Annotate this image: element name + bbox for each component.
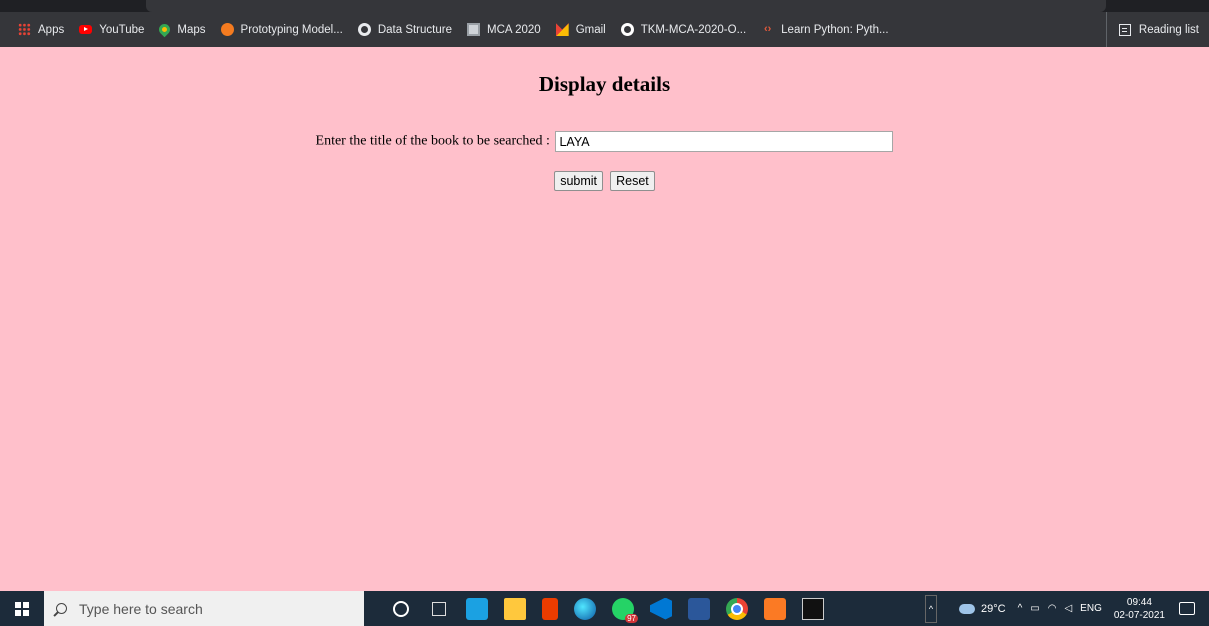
search-placeholder: Type here to search bbox=[79, 600, 203, 617]
globe-icon bbox=[357, 23, 371, 36]
language-indicator[interactable]: ENG bbox=[1080, 603, 1102, 614]
bookmark-prototyping-model[interactable]: Prototyping Model... bbox=[220, 18, 343, 42]
windows-logo-icon bbox=[15, 601, 29, 616]
clock-date: 02-07-2021 bbox=[1113, 609, 1165, 621]
bookmark-label: Learn Python: Pyth... bbox=[781, 23, 889, 36]
taskbar-search-box[interactable]: Type here to search bbox=[44, 591, 364, 626]
github-icon bbox=[620, 23, 634, 36]
file-explorer-icon[interactable] bbox=[504, 597, 526, 620]
mail-icon[interactable] bbox=[466, 597, 488, 620]
vscode-icon[interactable] bbox=[650, 597, 672, 620]
maps-pin-icon bbox=[157, 21, 173, 38]
word-icon[interactable] bbox=[688, 597, 710, 620]
bookmark-label: Maps bbox=[177, 23, 206, 36]
bookmark-learn-python[interactable]: ‹› Learn Python: Pyth... bbox=[761, 18, 889, 42]
youtube-icon bbox=[79, 25, 93, 34]
bookmark-label: MCA 2020 bbox=[486, 23, 541, 36]
weather-temperature[interactable]: 29°C bbox=[981, 603, 1006, 615]
terminal-icon[interactable] bbox=[802, 597, 824, 620]
submit-button[interactable]: submit bbox=[554, 171, 604, 191]
wifi-icon[interactable]: ◠ bbox=[1048, 603, 1057, 614]
taskbar-pinned-apps: 97 bbox=[382, 597, 832, 623]
python-icon: ‹› bbox=[763, 23, 772, 35]
reset-button[interactable]: Reset bbox=[610, 171, 655, 191]
bookmark-youtube[interactable]: YouTube bbox=[79, 18, 144, 42]
volume-icon[interactable]: ◁ bbox=[1064, 603, 1072, 614]
prototyping-icon bbox=[220, 23, 234, 36]
task-view-icon[interactable] bbox=[428, 598, 450, 620]
apps-grid-icon bbox=[18, 23, 31, 36]
search-form-row: Enter the title of the book to be search… bbox=[0, 131, 1209, 152]
book-title-input[interactable] bbox=[555, 131, 894, 152]
notification-badge: 97 bbox=[625, 613, 638, 623]
form-buttons: submit Reset bbox=[0, 170, 1209, 191]
chrome-icon[interactable] bbox=[726, 597, 748, 620]
xampp-icon[interactable] bbox=[764, 597, 786, 620]
edge-icon[interactable] bbox=[574, 597, 596, 620]
bookmark-label: Gmail bbox=[575, 23, 606, 36]
bookmark-label: Data Structure bbox=[377, 23, 452, 36]
windows-taskbar: Type here to search 97 ^ 29°C ^ ▭ ◠ ◁ EN… bbox=[0, 591, 1209, 626]
bookmark-tkm-mca[interactable]: TKM-MCA-2020-O... bbox=[620, 18, 747, 42]
bookmarks-bar: Apps YouTube Maps Prototyping Model... D… bbox=[0, 12, 1209, 47]
notification-center-icon[interactable] bbox=[1179, 602, 1195, 615]
start-button[interactable] bbox=[0, 591, 44, 626]
reading-list-icon bbox=[1118, 23, 1131, 36]
page-content: Display details Enter the title of the b… bbox=[0, 47, 1209, 591]
bookmark-gmail[interactable]: Gmail bbox=[555, 18, 606, 42]
system-tray: ^ 29°C ^ ▭ ◠ ◁ ENG 09:44 02-07-2021 bbox=[925, 591, 1209, 626]
bookmark-apps[interactable]: Apps bbox=[18, 18, 64, 42]
office-icon[interactable] bbox=[542, 597, 558, 620]
show-hidden-icons-icon[interactable]: ^ bbox=[1018, 603, 1023, 614]
chevron-up-icon[interactable]: ^ bbox=[925, 594, 937, 623]
gmail-icon bbox=[555, 23, 569, 36]
bookmark-mca-2020[interactable]: MCA 2020 bbox=[466, 18, 541, 42]
bookmark-maps[interactable]: Maps bbox=[157, 18, 206, 42]
bookmark-data-structure[interactable]: Data Structure bbox=[357, 18, 452, 42]
taskbar-clock[interactable]: 09:44 02-07-2021 bbox=[1114, 596, 1165, 622]
reading-list-button[interactable]: Reading list bbox=[1105, 12, 1199, 47]
bookmark-label: TKM-MCA-2020-O... bbox=[640, 23, 747, 36]
mca-icon bbox=[466, 23, 480, 36]
active-tab-edge[interactable] bbox=[146, 0, 1106, 12]
page-title: Display details bbox=[538, 72, 671, 96]
search-icon bbox=[56, 603, 67, 614]
bookmark-label: Apps bbox=[38, 23, 65, 36]
cortana-icon[interactable] bbox=[390, 598, 412, 620]
search-label: Enter the title of the book to be search… bbox=[315, 133, 550, 149]
browser-tab-strip bbox=[0, 0, 1209, 12]
whatsapp-icon[interactable]: 97 bbox=[612, 597, 638, 623]
reading-list-label: Reading list bbox=[1138, 23, 1199, 36]
bookmark-label: Prototyping Model... bbox=[240, 23, 343, 36]
weather-cloud-icon bbox=[959, 603, 975, 614]
bookmark-label: YouTube bbox=[99, 23, 145, 36]
clock-time: 09:44 bbox=[1126, 596, 1152, 608]
network-icon[interactable]: ▭ bbox=[1030, 603, 1039, 614]
